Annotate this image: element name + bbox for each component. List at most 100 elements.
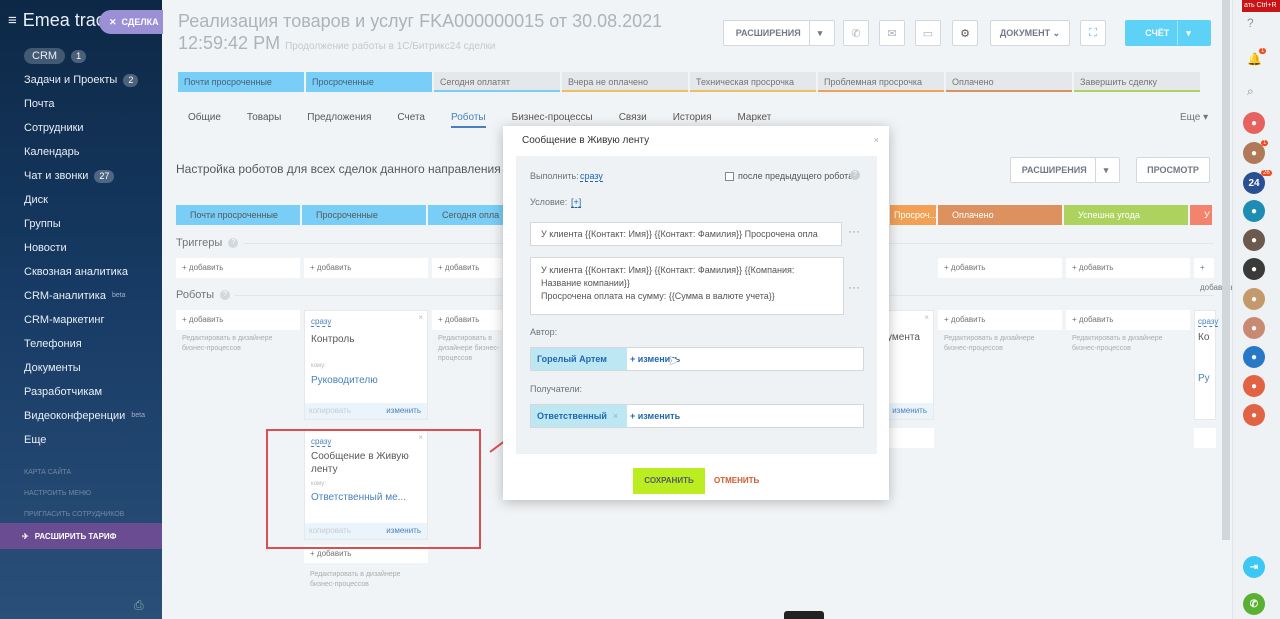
message-line: У клиента {{Контакт: Имя}} {{Контакт: Фа…	[541, 265, 795, 275]
avatar[interactable]: ●	[1243, 346, 1265, 368]
counter-badge: 26	[1261, 170, 1272, 176]
sidebar-item-label: Видеоконференции	[24, 410, 126, 422]
beta-label: beta	[111, 292, 126, 299]
counter-badge: 2	[123, 73, 139, 87]
sidebar-item-employees[interactable]: Сотрудники	[0, 116, 162, 140]
message-title-field[interactable]: У клиента {{Контакт: Имя}} {{Контакт: Фа…	[530, 222, 842, 246]
robot-settings-dialog: Сообщение в Живую ленту × Выполнить: сра…	[503, 126, 889, 500]
deal-entity-tag[interactable]: ✕ СДЕЛКА	[99, 10, 163, 34]
checkbox-label: после предыдущего робота	[738, 171, 854, 181]
sidebar-item-developers[interactable]: Разработчикам	[0, 380, 162, 404]
avatar[interactable]: ●	[1243, 200, 1265, 222]
execute-label: Выполнить:	[530, 171, 579, 181]
checkbox-icon[interactable]	[725, 171, 734, 181]
sidebar-item-label: Сквозная аналитика	[24, 266, 128, 278]
upgrade-label: РАСШИРИТЬ ТАРИФ	[34, 531, 117, 541]
sidebar-item-label: Чат и звонки	[24, 170, 89, 182]
message-line: Название компании}}	[541, 278, 630, 288]
sidebar-item-label: Календарь	[24, 146, 80, 158]
sidebar-item-label: Диск	[24, 194, 48, 206]
sidebar-item-label: Новости	[24, 242, 67, 254]
dialog-title: Сообщение в Живую ленту	[522, 135, 650, 146]
remove-icon[interactable]: ×	[613, 411, 618, 421]
execute-timing-link[interactable]: сразу	[580, 171, 603, 182]
avatar[interactable]: ●	[1243, 317, 1265, 339]
sidebar-item-groups[interactable]: Группы	[0, 212, 162, 236]
bell-icon[interactable]: 🔔	[1247, 52, 1262, 66]
close-icon[interactable]: ✕	[109, 17, 117, 28]
menu-icon[interactable]: ≡	[8, 12, 17, 29]
sidebar-item-label: Документы	[24, 362, 81, 374]
condition-label: Условие:	[530, 197, 568, 207]
recipients-label: Получатели:	[530, 384, 583, 394]
avatar[interactable]: ●	[1243, 112, 1265, 134]
sidebar-item-crm-analytics[interactable]: CRM-аналитика beta	[0, 284, 162, 308]
avatar[interactable]: ●	[1243, 258, 1265, 280]
sidebar-link-sitemap[interactable]: КАРТА САЙТА	[0, 462, 162, 483]
close-icon[interactable]: ×	[874, 135, 879, 145]
avatar[interactable]: ●	[1243, 288, 1265, 310]
sidebar-item-label: CRM-аналитика	[24, 290, 106, 302]
sidebar-item-label: Сотрудники	[24, 122, 84, 134]
sidebar-item-video[interactable]: Видеоконференции beta	[0, 404, 162, 428]
sidebar-item-chat[interactable]: Чат и звонки 27	[0, 164, 162, 188]
cancel-button[interactable]: ОТМЕНИТЬ	[714, 476, 759, 485]
avatar[interactable]: ●	[1243, 404, 1265, 426]
recipients-field[interactable]: Ответственный × + изменить	[530, 404, 864, 428]
sidebar-link-invite[interactable]: ПРИГЛАСИТЬ СОТРУДНИКОВ	[0, 504, 162, 525]
sidebar-menu: CRM 1 Задачи и Проекты 2 Почта Сотрудники …	[0, 44, 162, 525]
help-icon[interactable]: ?	[850, 170, 860, 180]
mouse-cursor-icon: ➤	[668, 352, 680, 368]
avatar[interactable]: ●	[1243, 375, 1265, 397]
rocket-icon: ✈	[22, 531, 29, 541]
user-chip[interactable]: Горелый Артем	[531, 348, 627, 370]
sidebar-item-mail[interactable]: Почта	[0, 92, 162, 116]
sidebar-item-label: Задачи и Проекты	[24, 74, 118, 86]
search-icon[interactable]: ⌕	[1247, 84, 1254, 99]
user-chip[interactable]: Ответственный ×	[531, 405, 627, 427]
after-previous-checkbox[interactable]: после предыдущего робота	[725, 171, 853, 181]
sidebar-item-documents[interactable]: Документы	[0, 356, 162, 380]
help-icon[interactable]: ?	[1247, 16, 1254, 30]
counter-badge: 1	[1259, 48, 1267, 54]
portal-logo[interactable]: ≡ Emea trac	[8, 10, 105, 31]
sidebar-item-label: Группы	[24, 218, 61, 230]
chip-label: Горелый Артем	[537, 354, 607, 364]
logo-text: Emea trac	[22, 10, 105, 30]
sidebar-item-label: Телефония	[24, 338, 82, 350]
change-recipients-link[interactable]: + изменить	[630, 411, 680, 421]
message-line: Просрочена оплата на сумму: {{Сумма в ва…	[541, 291, 775, 301]
beta-label: beta	[131, 412, 145, 419]
bottom-handle[interactable]	[784, 611, 824, 619]
sidebar-item-label: Почта	[24, 98, 55, 110]
sidebar-item-crm-marketing[interactable]: CRM-маркетинг	[0, 308, 162, 332]
counter-badge: 1	[1261, 140, 1269, 146]
exit-icon[interactable]: ⇥	[1243, 556, 1265, 578]
sidebar-item-calendar[interactable]: Календарь	[0, 140, 162, 164]
message-text-field[interactable]: У клиента {{Контакт: Имя}} {{Контакт: Фа…	[530, 257, 844, 315]
counter-badge: 27	[94, 169, 115, 183]
tag-label: СДЕЛКА	[121, 17, 159, 27]
sidebar-item-news[interactable]: Новости	[0, 236, 162, 260]
dialog-body: Выполнить: сразу после предыдущего робот…	[516, 156, 877, 454]
add-condition-link[interactable]: [+]	[571, 197, 582, 208]
sidebar-item-disk[interactable]: Диск	[0, 188, 162, 212]
sidebar-item-telephony[interactable]: Телефония	[0, 332, 162, 356]
print-icon[interactable]: ⎙	[134, 598, 144, 613]
upgrade-plan-button[interactable]: ✈ РАСШИРИТЬ ТАРИФ	[0, 523, 162, 549]
sidebar-item-label: CRM	[24, 48, 66, 64]
sidebar-link-configure-menu[interactable]: НАСТРОИТЬ МЕНЮ	[0, 483, 162, 504]
sidebar-item-label: Еще	[24, 434, 47, 446]
author-field[interactable]: Горелый Артем + изменить	[530, 347, 864, 371]
save-button[interactable]: СОХРАНИТЬ	[633, 468, 705, 494]
avatar[interactable]: ●	[1243, 229, 1265, 251]
more-icon[interactable]: ···	[848, 224, 860, 238]
sidebar-item-analytics[interactable]: Сквозная аналитика	[0, 260, 162, 284]
sidebar-item-more[interactable]: Еще	[0, 428, 162, 452]
sidebar-item-tasks[interactable]: Задачи и Проекты 2	[0, 68, 162, 92]
more-icon[interactable]: ···	[848, 280, 860, 294]
counter-badge: 1	[71, 49, 87, 63]
scrollbar[interactable]	[1222, 0, 1230, 540]
phone-icon[interactable]: ✆	[1243, 593, 1265, 615]
sidebar-item-crm[interactable]: CRM 1	[0, 44, 162, 68]
